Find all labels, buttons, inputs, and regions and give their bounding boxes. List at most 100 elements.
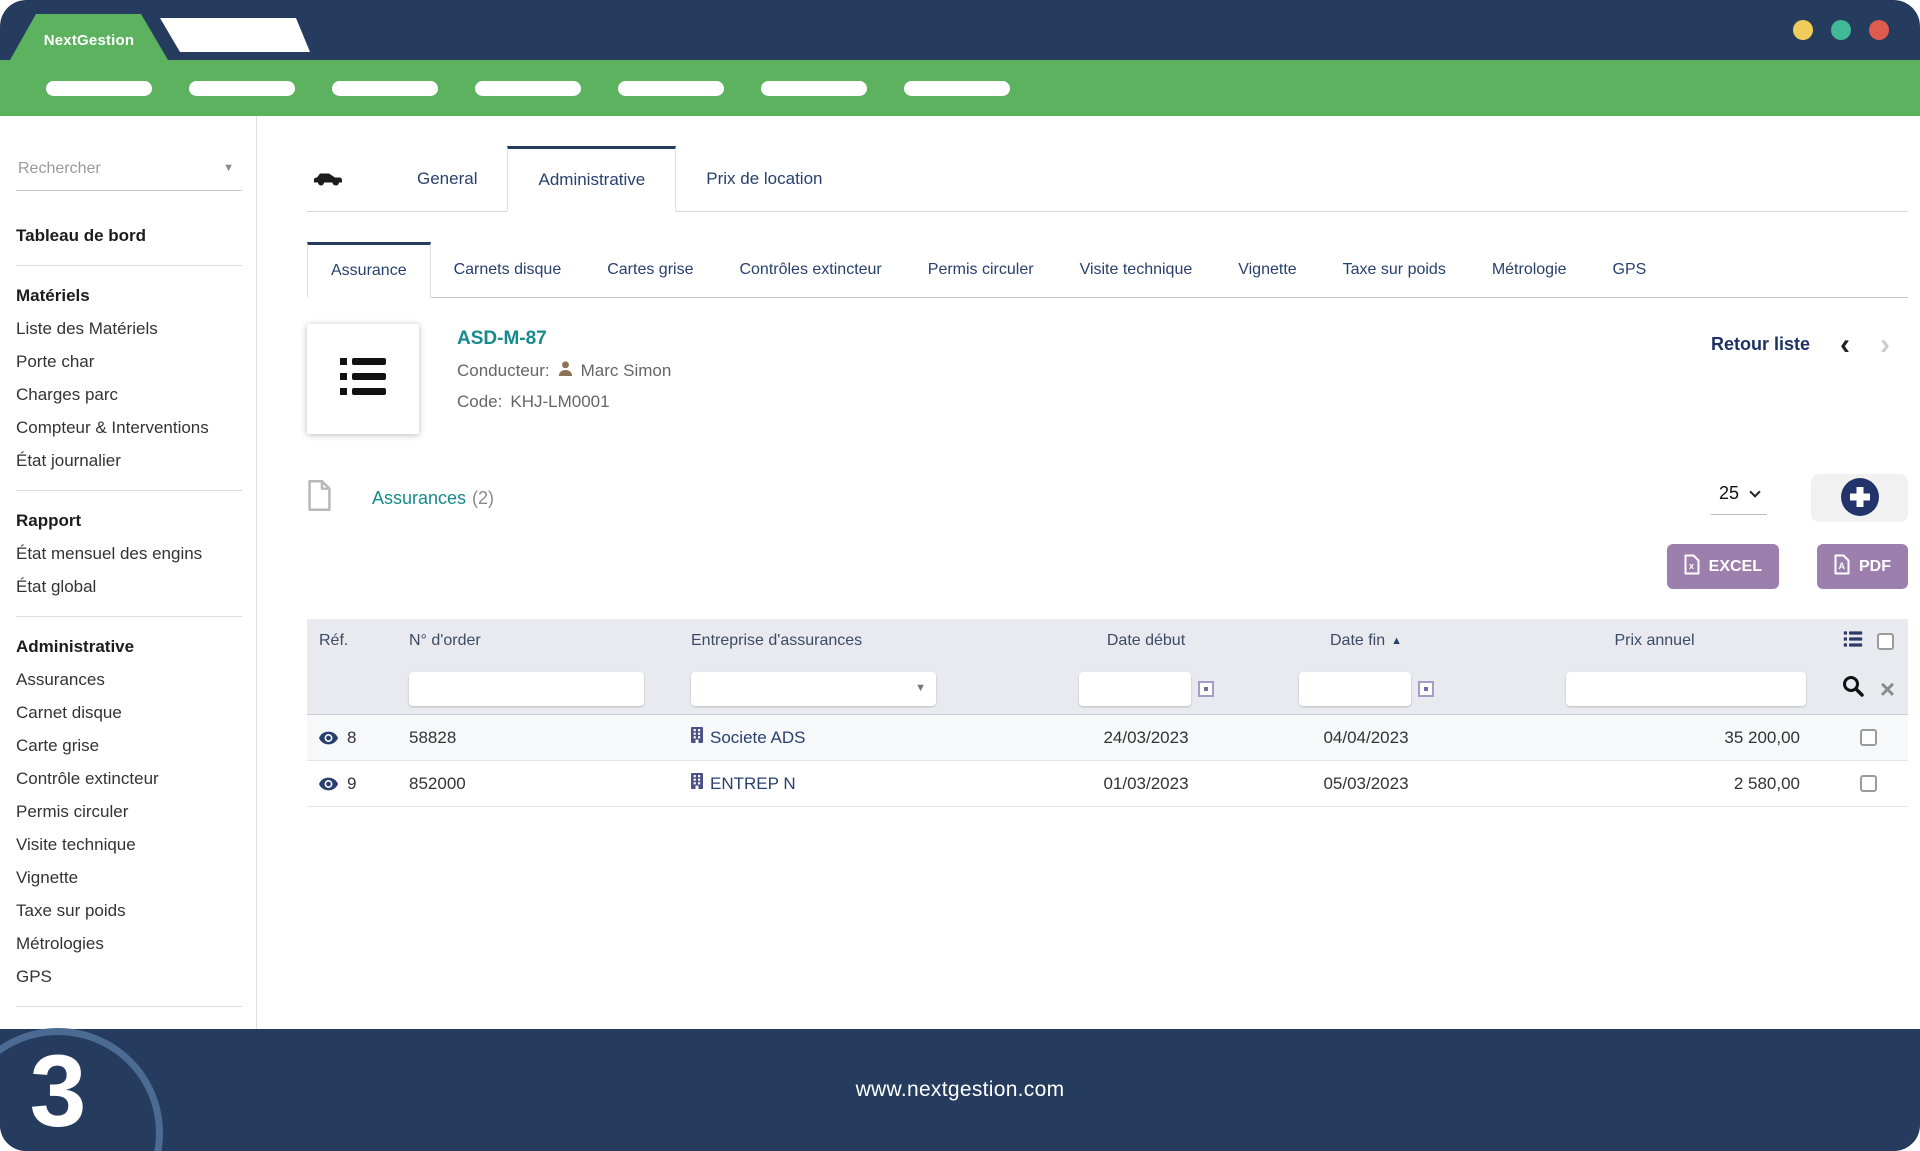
brand-tab[interactable]: NextGestion	[10, 14, 168, 60]
back-to-list-link[interactable]: Retour liste	[1711, 334, 1810, 355]
subtab[interactable]: Carnets disque	[431, 242, 585, 297]
sidebar-item-label: État journalier	[16, 451, 121, 471]
chevron-right-icon[interactable]: ›	[1880, 335, 1890, 355]
sidebar-item[interactable]: Visite technique	[16, 828, 242, 861]
calendar-picker-icon[interactable]	[1198, 681, 1214, 697]
tab[interactable]: Prix de location	[676, 146, 852, 211]
filter-date-start-input[interactable]	[1079, 672, 1191, 706]
row-company-link[interactable]: Societe ADS	[661, 727, 1041, 748]
nav-pill[interactable]	[904, 81, 1010, 96]
sidebar-item[interactable]: Carte grise	[16, 729, 242, 762]
tab-label: Administrative	[538, 170, 645, 190]
sidebar-item-label: Compteur & Interventions	[16, 418, 209, 438]
person-icon	[558, 361, 573, 381]
subtab[interactable]: Métrologie	[1469, 242, 1590, 297]
window-dot-yellow-icon[interactable]	[1793, 20, 1813, 40]
nav-pill[interactable]	[761, 81, 867, 96]
sidebar-item[interactable]: État mensuel des engins	[16, 537, 242, 570]
sidebar-item[interactable]: Vignette	[16, 861, 242, 894]
tab[interactable]: Administrative	[507, 146, 676, 212]
page-size-select[interactable]: 25	[1711, 481, 1767, 515]
window-dot-green-icon[interactable]	[1831, 20, 1851, 40]
list-view-icon[interactable]	[1843, 631, 1863, 652]
sidebar-item[interactable]: Rapport	[16, 504, 242, 537]
window-dot-red-icon[interactable]	[1869, 20, 1889, 40]
filter-company-select[interactable]: ▼	[691, 672, 936, 706]
record-thumbnail[interactable]	[307, 324, 419, 434]
sidebar-item[interactable]: Taxe sur poids	[16, 894, 242, 927]
sidebar-item[interactable]: Contrôle extincteur	[16, 762, 242, 795]
eye-icon[interactable]	[319, 777, 338, 791]
filter-actions: ×	[1828, 674, 1908, 703]
subtab[interactable]: Taxe sur poids	[1320, 242, 1469, 297]
main-nav-bar	[0, 60, 1920, 116]
sidebar-item-label: Carnet disque	[16, 703, 122, 723]
subtab[interactable]: Visite technique	[1057, 242, 1216, 297]
chevron-down-icon	[1749, 486, 1760, 497]
col-header-date-end[interactable]: Date fin ▲	[1251, 632, 1481, 650]
brand-logo-text: NextGestion	[44, 26, 135, 49]
sidebar-item-label: État global	[16, 577, 96, 597]
sidebar-item[interactable]: Carnet disque	[16, 696, 242, 729]
sidebar-item-label: Taxe sur poids	[16, 901, 126, 921]
search-icon[interactable]	[1841, 674, 1865, 703]
filter-company-input[interactable]	[691, 672, 936, 706]
subtab[interactable]: Vignette	[1215, 242, 1319, 297]
subtab[interactable]: Contrôles extincteur	[716, 242, 904, 297]
subtab[interactable]: Cartes grise	[584, 242, 716, 297]
building-icon	[691, 727, 703, 748]
sidebar-item[interactable]: Métrologies	[16, 927, 242, 960]
eye-icon[interactable]	[319, 731, 338, 745]
sidebar-item[interactable]: Compteur & Interventions	[16, 411, 242, 444]
calendar-picker-icon[interactable]	[1418, 681, 1434, 697]
chevron-left-icon[interactable]: ‹	[1840, 335, 1850, 355]
subtab[interactable]: GPS	[1590, 242, 1670, 297]
sidebar-item-label: Liste des Matériels	[16, 319, 158, 339]
tab[interactable]: General	[387, 146, 507, 211]
nav-pill[interactable]	[189, 81, 295, 96]
col-header-date-start[interactable]: Date début	[1041, 632, 1251, 650]
nav-pill[interactable]	[475, 81, 581, 96]
pdf-button[interactable]: A PDF	[1817, 544, 1908, 589]
sidebar-item[interactable]: Charges parc	[16, 378, 242, 411]
sidebar-item[interactable]: État journalier	[16, 444, 242, 477]
col-header-order[interactable]: N° d'order	[391, 632, 661, 650]
subtab[interactable]: Permis circuler	[905, 242, 1057, 297]
filter-price-input[interactable]	[1566, 672, 1806, 706]
row-checkbox[interactable]	[1860, 729, 1877, 746]
nav-pill[interactable]	[46, 81, 152, 96]
col-header-ref[interactable]: Réf.	[307, 632, 391, 650]
sidebar-item[interactable]: Matériels	[16, 279, 242, 312]
sidebar-item[interactable]: Liste des Matériels	[16, 312, 242, 345]
filter-date-end-input[interactable]	[1299, 672, 1411, 706]
blank-tab[interactable]	[160, 18, 310, 52]
table-body: 8 58828	[307, 715, 1908, 807]
sidebar-item[interactable]: Porte char	[16, 345, 242, 378]
sidebar-item[interactable]: Administrative	[16, 630, 242, 663]
table-header-row: Réf. N° d'order Entreprise d'assurances …	[307, 619, 1908, 663]
sidebar-item[interactable]: Permis circuler	[16, 795, 242, 828]
col-header-price[interactable]: Prix annuel	[1481, 632, 1828, 650]
sidebar-item[interactable]: Tableau de bord	[16, 219, 242, 252]
filter-order-input[interactable]	[409, 672, 644, 706]
excel-button[interactable]: x EXCEL	[1667, 544, 1779, 589]
sidebar-search-select[interactable]: Rechercher ▼	[16, 156, 242, 191]
record-header: ASD-M-87 Conducteur: Marc Simon Code:	[307, 324, 1908, 434]
nav-pill[interactable]	[332, 81, 438, 96]
row-company-link[interactable]: ENTREP N	[661, 773, 1041, 794]
tab-label: General	[417, 169, 477, 189]
sidebar-item-label: Visite technique	[16, 835, 136, 855]
row-checkbox[interactable]	[1860, 775, 1877, 792]
subtab[interactable]: Assurance	[307, 242, 431, 298]
add-button[interactable]	[1811, 474, 1908, 522]
select-all-checkbox[interactable]	[1877, 633, 1894, 650]
clear-filter-icon[interactable]: ×	[1880, 680, 1895, 698]
sidebar-item-label: État mensuel des engins	[16, 544, 202, 564]
back-to-list: Retour liste ‹ ›	[1711, 334, 1890, 355]
nav-pill[interactable]	[618, 81, 724, 96]
sidebar-item-label: Tableau de bord	[16, 226, 146, 246]
sidebar-item[interactable]: Assurances	[16, 663, 242, 696]
sidebar-item[interactable]: État global	[16, 570, 242, 603]
col-header-company[interactable]: Entreprise d'assurances	[661, 632, 1041, 650]
sidebar-item[interactable]: GPS	[16, 960, 242, 993]
